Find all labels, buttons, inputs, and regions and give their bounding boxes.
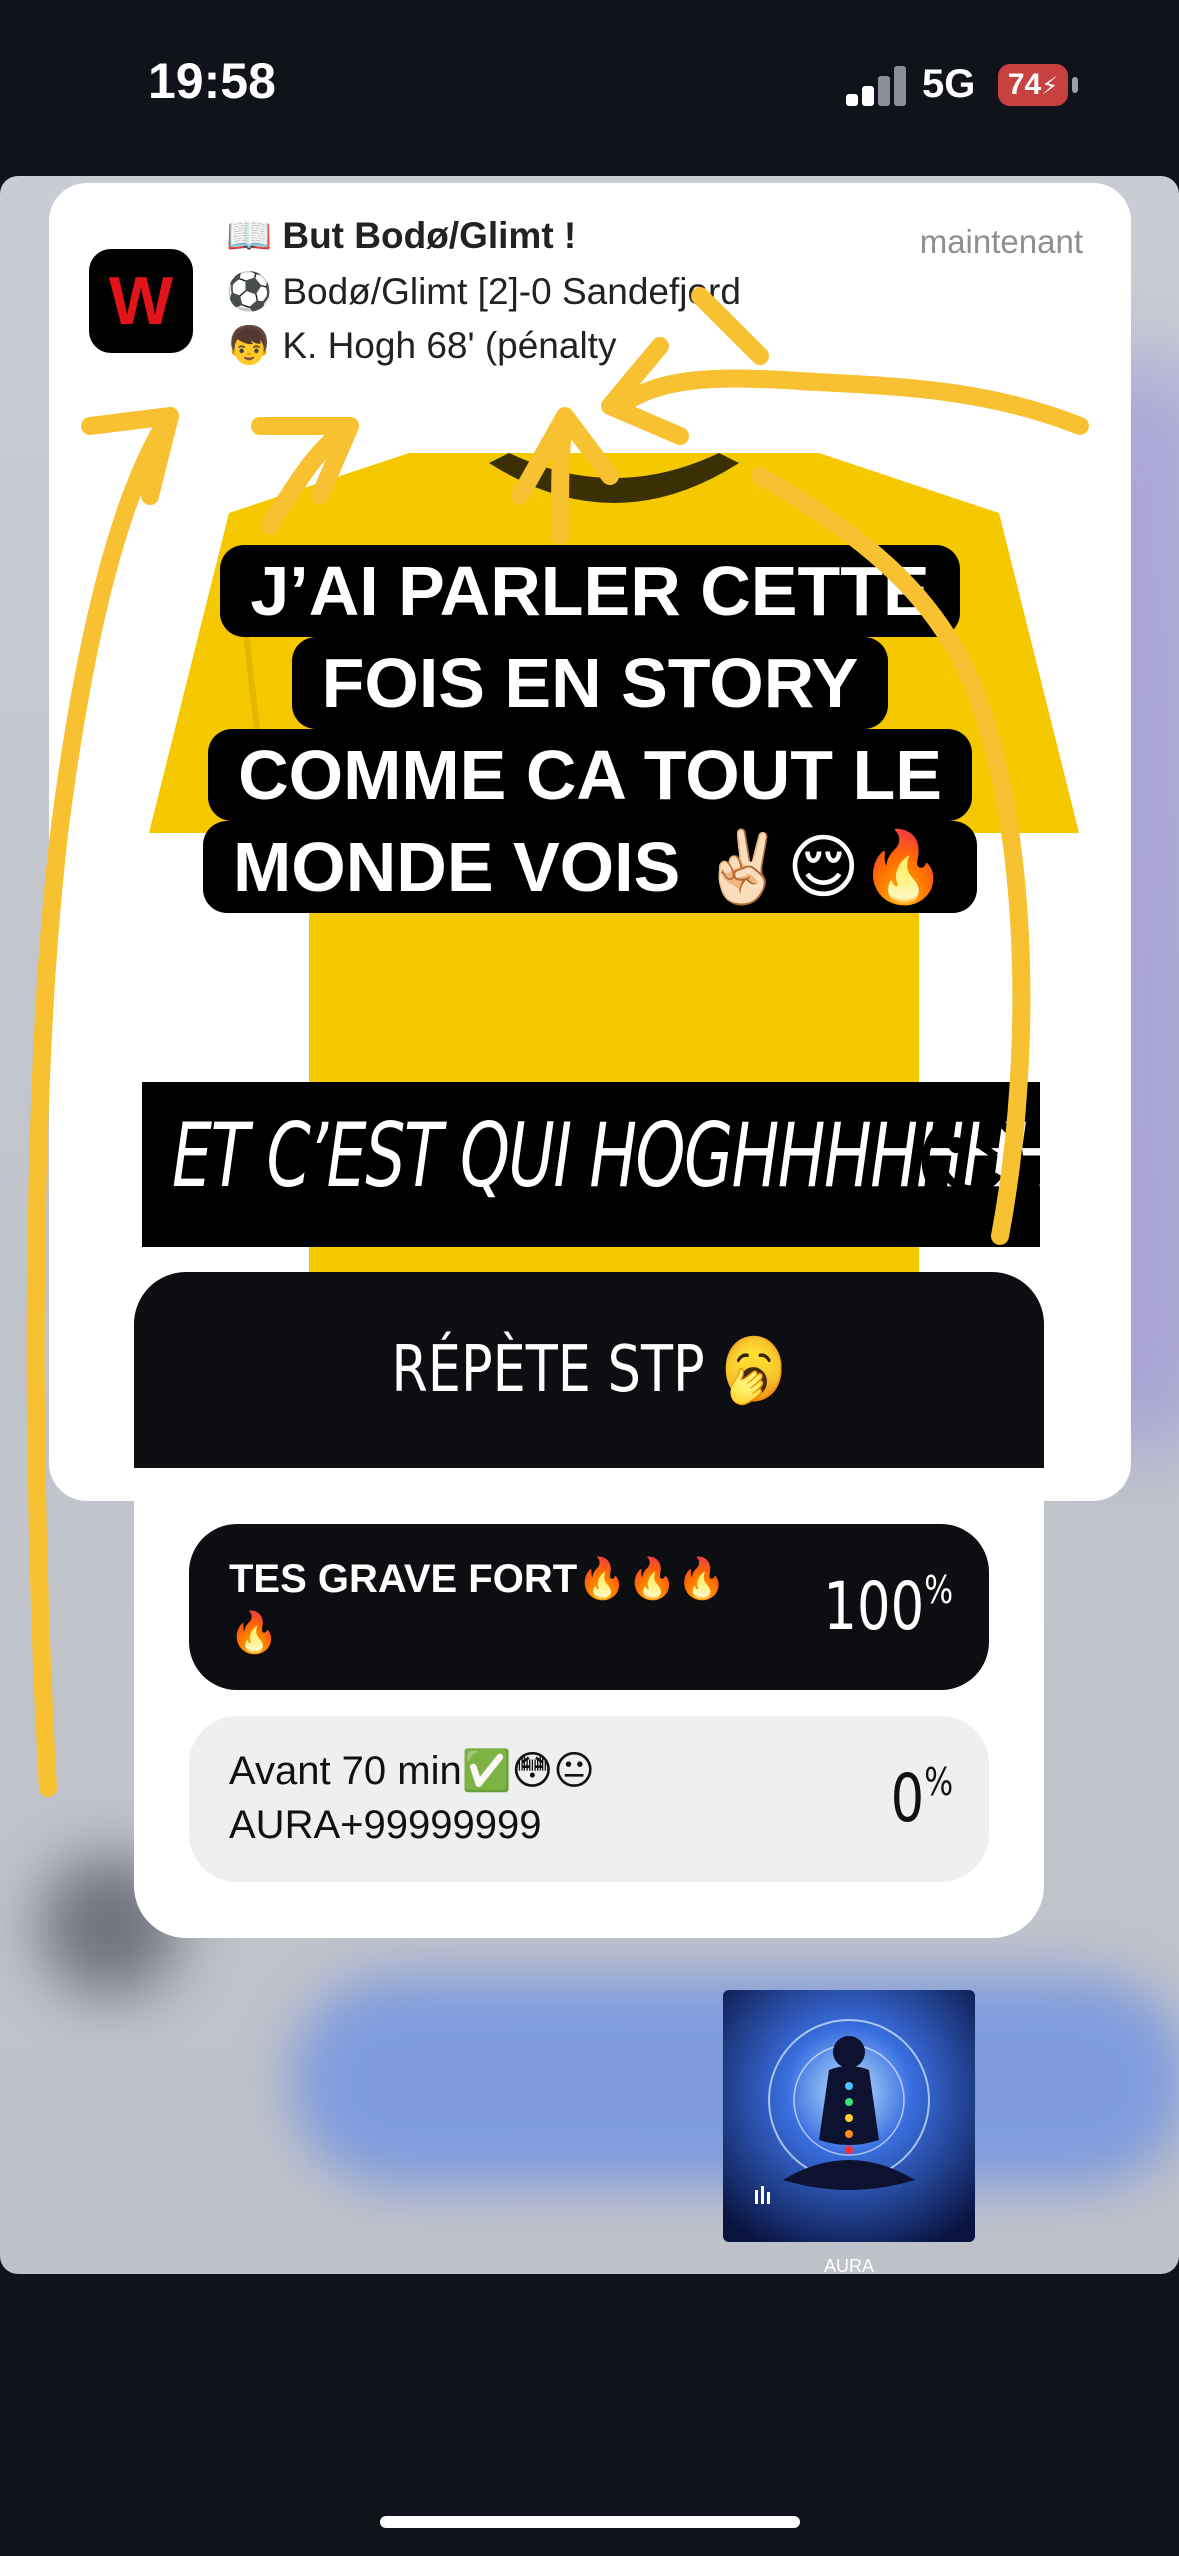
percent-unit: % [924, 1568, 953, 1612]
percent-unit: % [924, 1760, 953, 1804]
percent-value: 100 [823, 1568, 925, 1645]
caption-text: FOIS EN STORY [291, 637, 889, 729]
quiz-option-percent: 0% [891, 1760, 953, 1837]
caption-line: J’AI PARLER CETTE [49, 545, 1131, 637]
quiz-header: RÉPÈTE STP 🥱 [134, 1272, 1044, 1468]
network-label: 5G [922, 62, 976, 106]
caption-line: MONDE VOIS ✌🏻😌🔥 [49, 821, 1131, 913]
sticker-label: AURA [823, 2256, 874, 2274]
quiz-sticker[interactable]: RÉPÈTE STP 🥱 TES GRAVE FORT🔥🔥🔥🔥 100% Ava… [134, 1272, 1044, 1938]
battery-tip [1072, 77, 1078, 93]
caption-line: COMME CA TOUT LE [49, 729, 1131, 821]
app-icon: W [89, 249, 193, 353]
caption-text: COMME CA TOUT LE [208, 729, 972, 821]
notification-score: ⚽ Bodø/Glimt [2]-0 Sandefjord [226, 271, 741, 312]
quiz-option-label: TES GRAVE FORT🔥🔥🔥🔥 [229, 1557, 727, 1655]
notification-title: 📖 But Bodø/Glimt ! [226, 215, 577, 256]
home-indicator[interactable] [380, 2516, 800, 2528]
story-canvas[interactable]: W 📖 But Bodø/Glimt ! ⚽ Bodø/Glimt [2]-0 … [0, 176, 1179, 2274]
quiz-question: RÉPÈTE STP 🥱 [391, 1333, 787, 1407]
quiz-option[interactable]: Avant 70 min✅😳😐 AURA+99999999 0% [189, 1716, 989, 1882]
signal-icon [846, 66, 906, 106]
battery-icon: 74⚡ [998, 64, 1068, 106]
status-bar: 19:58 5G 74⚡ [0, 0, 1179, 170]
hogh-text-strip: ET C’EST QUI HOGHHHHHHH 😉 [142, 1082, 1056, 1247]
quiz-option-label: Avant 70 min✅😳😐 AURA+99999999 [229, 1749, 595, 1847]
percent-value: 0 [890, 1760, 925, 1837]
caption-text: J’AI PARLER CETTE [220, 545, 960, 637]
caption-text: MONDE VOIS ✌🏻😌🔥 [202, 821, 977, 913]
quiz-option[interactable]: TES GRAVE FORT🔥🔥🔥🔥 100% [189, 1524, 989, 1690]
app-icon-glyph: W [108, 263, 174, 339]
caption-line: FOIS EN STORY [49, 637, 1131, 729]
notification-scorer: 👦 K. Hogh 68' (pénalty [226, 325, 617, 366]
quiz-option-percent: 100% [823, 1568, 953, 1645]
status-time: 19:58 [148, 53, 276, 109]
battery-level: 74 [1007, 68, 1042, 101]
wink-emoji: 😉 [912, 1098, 1033, 1228]
notification-timestamp: maintenant [919, 223, 1083, 260]
aura-music-sticker[interactable] [723, 1990, 975, 2242]
